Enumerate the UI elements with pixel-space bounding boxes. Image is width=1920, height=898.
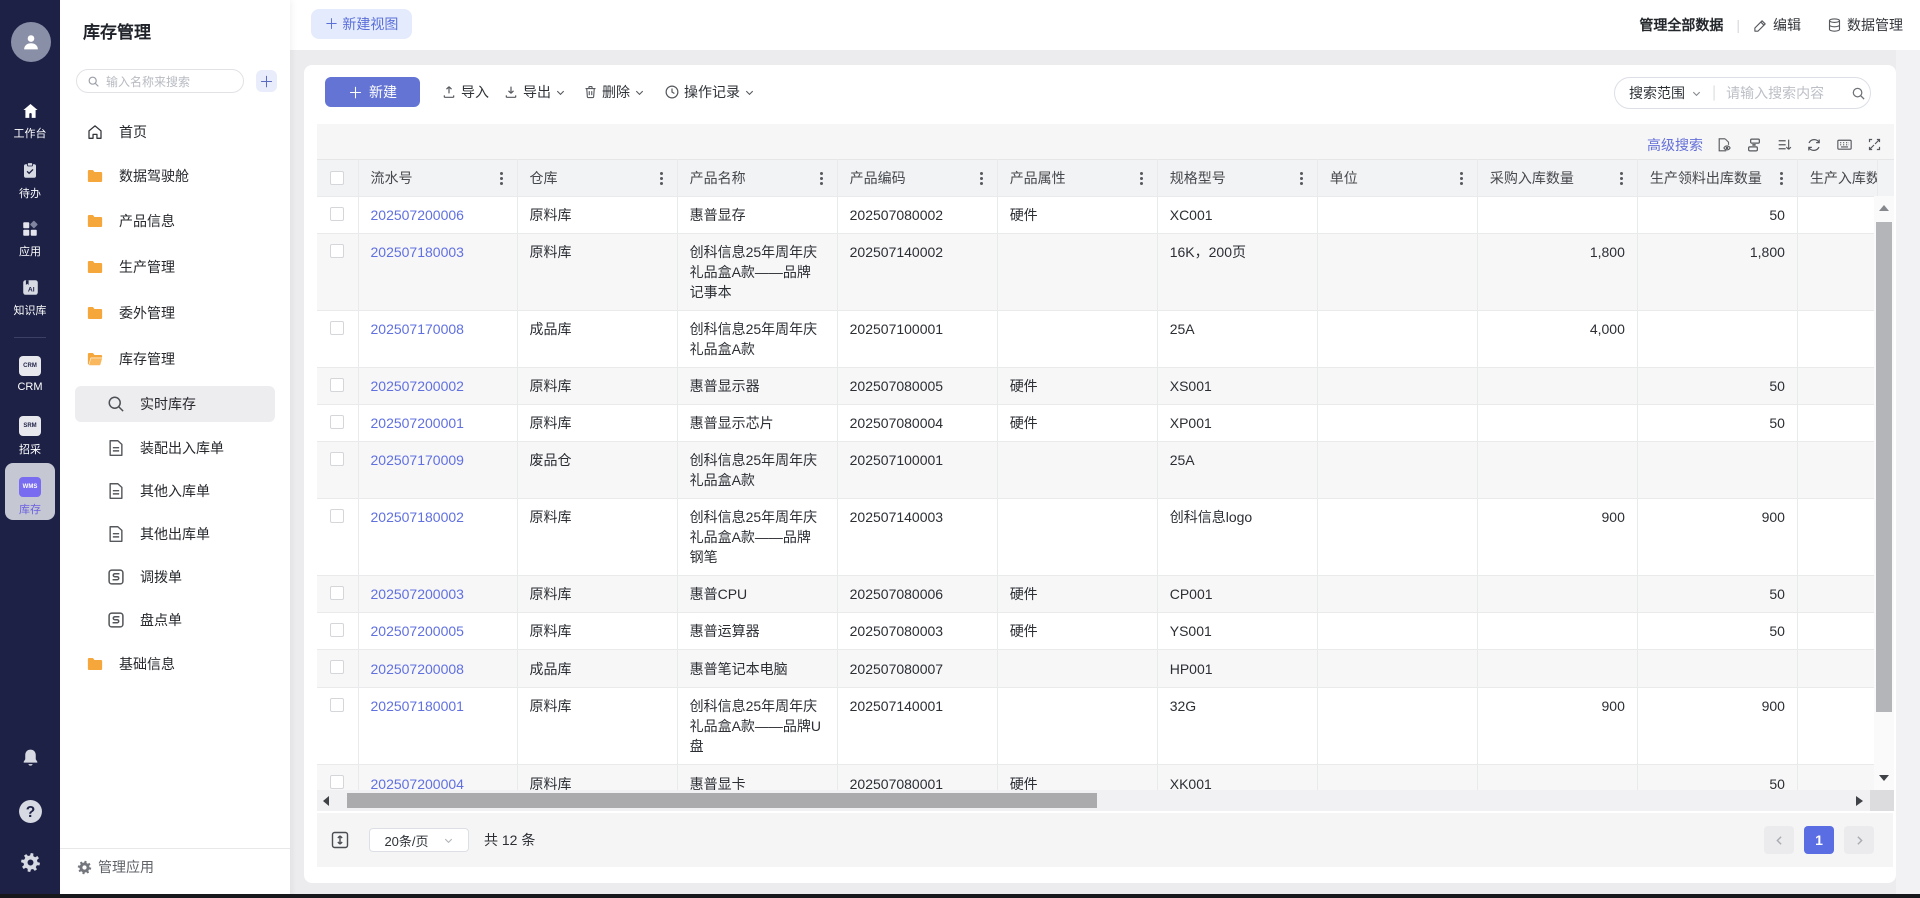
svg-text:AI: AI xyxy=(27,286,34,293)
svg-text:?: ? xyxy=(25,804,35,821)
